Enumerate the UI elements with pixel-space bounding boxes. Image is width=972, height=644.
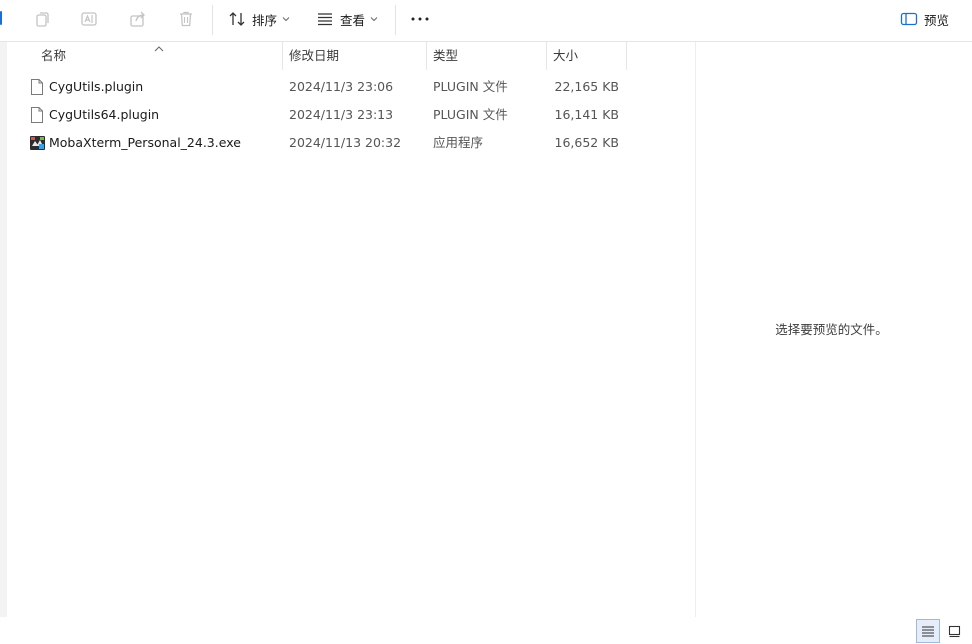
toolbar-divider: [212, 5, 213, 35]
column-divider[interactable]: [626, 42, 627, 70]
generic-file-icon: [30, 107, 44, 123]
view-label: 查看: [340, 12, 366, 28]
preview-label: 预览: [924, 12, 950, 28]
column-divider[interactable]: [546, 42, 547, 70]
status-bar: [0, 617, 972, 644]
file-modified-date: 2024/11/13 20:32: [289, 135, 402, 150]
preview-pane: 选择要预览的文件。: [695, 42, 972, 617]
rename-icon[interactable]: [79, 9, 99, 29]
file-type: 应用程序: [433, 135, 484, 150]
file-name: MobaXterm_Personal_24.3.exe: [49, 135, 241, 150]
view-button[interactable]: 查看: [316, 8, 378, 30]
file-row[interactable]: CygUtils64.plugin 2024/11/3 23:13 PLUGIN…: [7, 101, 627, 129]
file-size: 22,165 KB: [554, 79, 619, 94]
file-size: 16,652 KB: [554, 135, 619, 150]
sort-button[interactable]: 排序: [228, 8, 290, 30]
command-bar: 排序 查看 预览: [0, 0, 972, 42]
file-name: CygUtils64.plugin: [49, 107, 160, 122]
toolbar-divider: [395, 5, 396, 35]
file-browser: 名称 修改日期 类型 大小 CygUtils.plugin 2024/11/3 …: [0, 42, 972, 644]
preview-empty-message: 选择要预览的文件。: [775, 322, 888, 337]
sort-ascending-icon: [154, 41, 164, 55]
column-header-size[interactable]: 大小: [553, 42, 578, 70]
column-header-name[interactable]: 名称: [41, 42, 66, 70]
preview-button[interactable]: 预览: [900, 8, 949, 30]
more-icon: [411, 17, 429, 21]
copy-icon[interactable]: [32, 9, 52, 29]
mobaxterm-app-icon: [30, 136, 45, 152]
column-divider[interactable]: [282, 42, 283, 70]
file-modified-date: 2024/11/3 23:13: [289, 107, 394, 122]
column-header-type[interactable]: 类型: [433, 42, 458, 70]
file-name: CygUtils.plugin: [49, 79, 144, 94]
tiles-view-icon: [948, 625, 960, 637]
details-view-button[interactable]: [916, 619, 940, 643]
sort-label: 排序: [252, 12, 278, 28]
share-icon[interactable]: [128, 9, 148, 29]
large-icons-view-button[interactable]: [942, 619, 966, 643]
file-modified-date: 2024/11/3 23:06: [289, 79, 394, 94]
file-type: PLUGIN 文件: [433, 79, 508, 94]
details-view-icon: [922, 626, 934, 637]
toolbar-edge-indicator: [0, 11, 2, 25]
file-row[interactable]: CygUtils.plugin 2024/11/3 23:06 PLUGIN 文…: [7, 73, 627, 101]
more-options-button[interactable]: [410, 8, 430, 30]
preview-pane-icon: [900, 12, 918, 26]
view-list-icon: [318, 13, 332, 26]
column-divider[interactable]: [426, 42, 427, 70]
generic-file-icon: [30, 79, 44, 95]
column-header-modified[interactable]: 修改日期: [289, 42, 339, 70]
file-size: 16,141 KB: [554, 107, 619, 122]
column-header-row: 名称 修改日期 类型 大小: [7, 42, 627, 70]
chevron-down-icon: [370, 17, 378, 22]
sort-icon: [229, 12, 245, 26]
file-type: PLUGIN 文件: [433, 107, 508, 122]
chevron-down-icon: [282, 17, 290, 22]
navigation-pane-edge: [0, 42, 7, 617]
file-row[interactable]: MobaXterm_Personal_24.3.exe 2024/11/13 2…: [7, 129, 627, 157]
delete-icon[interactable]: [176, 9, 196, 29]
